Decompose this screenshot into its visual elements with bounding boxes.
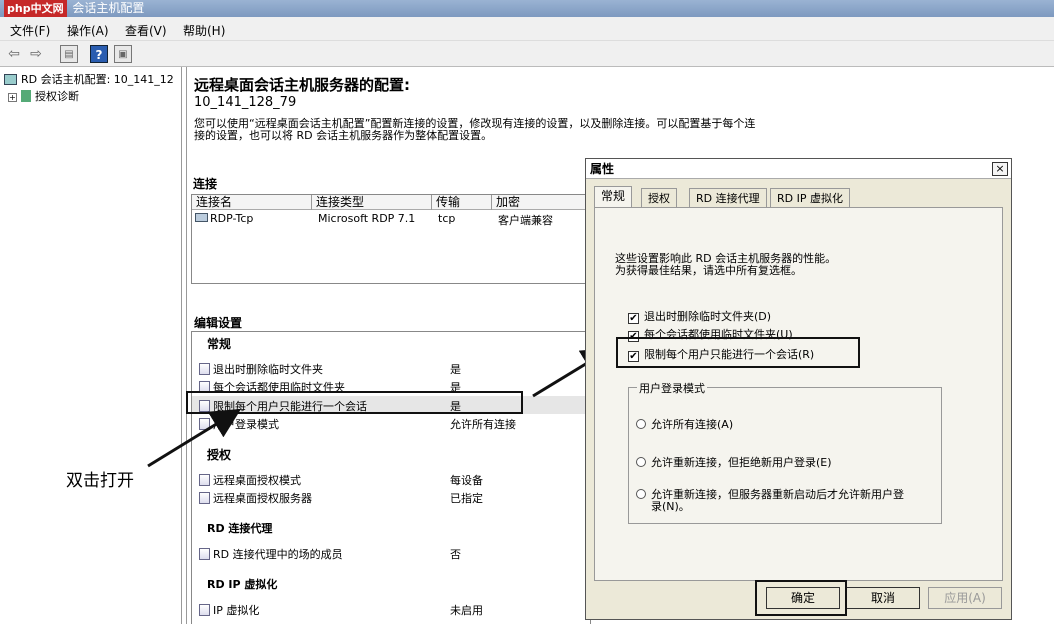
arrow-to-setting xyxy=(147,408,242,468)
apply-button[interactable]: 应用(A) xyxy=(928,587,1002,609)
dialog-title: 属性 xyxy=(586,159,1011,179)
highlight-box-ok xyxy=(755,580,847,616)
radio-icon[interactable] xyxy=(636,419,646,429)
general-tab-panel: 这些设置影响此 RD 会话主机服务器的性能。 为获得最佳结果，请选中所有复选框。… xyxy=(594,207,1003,581)
close-icon[interactable]: × xyxy=(992,162,1008,176)
radio-reconnect-deny-new[interactable]: 允许重新连接，但拒绝新用户登录(E) xyxy=(636,454,832,470)
radio-allow-all[interactable]: 允许所有连接(A) xyxy=(636,416,733,432)
properties-dialog: 属性 × 常规 授权 RD 连接代理 RD IP 虚拟化 这些设置影响此 RD … xyxy=(585,158,1012,620)
radio-label-continued: 录(N)。 xyxy=(651,500,690,513)
highlight-box-checkbox xyxy=(616,337,860,368)
tab-rd-ip-virtualization[interactable]: RD IP 虚拟化 xyxy=(770,188,850,207)
radio-icon[interactable] xyxy=(636,489,646,499)
tab-general[interactable]: 常规 xyxy=(594,186,633,208)
logon-mode-label: 用户登录模式 xyxy=(637,380,707,396)
radio-label: 允许重新连接，但拒绝新用户登录(E) xyxy=(651,456,832,469)
tab-licensing[interactable]: 授权 xyxy=(641,188,677,207)
cancel-button[interactable]: 取消 xyxy=(846,587,920,609)
tab-rd-broker[interactable]: RD 连接代理 xyxy=(689,188,767,207)
checkbox-delete-temp[interactable]: ✔ 退出时删除临时文件夹(D) xyxy=(628,308,771,324)
dialog-desc-2: 为获得最佳结果，请选中所有复选框。 xyxy=(615,264,802,277)
checkbox-checked-icon[interactable]: ✔ xyxy=(628,313,639,324)
logon-mode-group: 用户登录模式 允许所有连接(A) 允许重新连接，但拒绝新用户登录(E) 允许重新… xyxy=(628,380,942,524)
radio-label: 允许所有连接(A) xyxy=(651,418,734,431)
radio-icon[interactable] xyxy=(636,457,646,467)
checkbox-label: 退出时删除临时文件夹(D) xyxy=(644,310,772,323)
